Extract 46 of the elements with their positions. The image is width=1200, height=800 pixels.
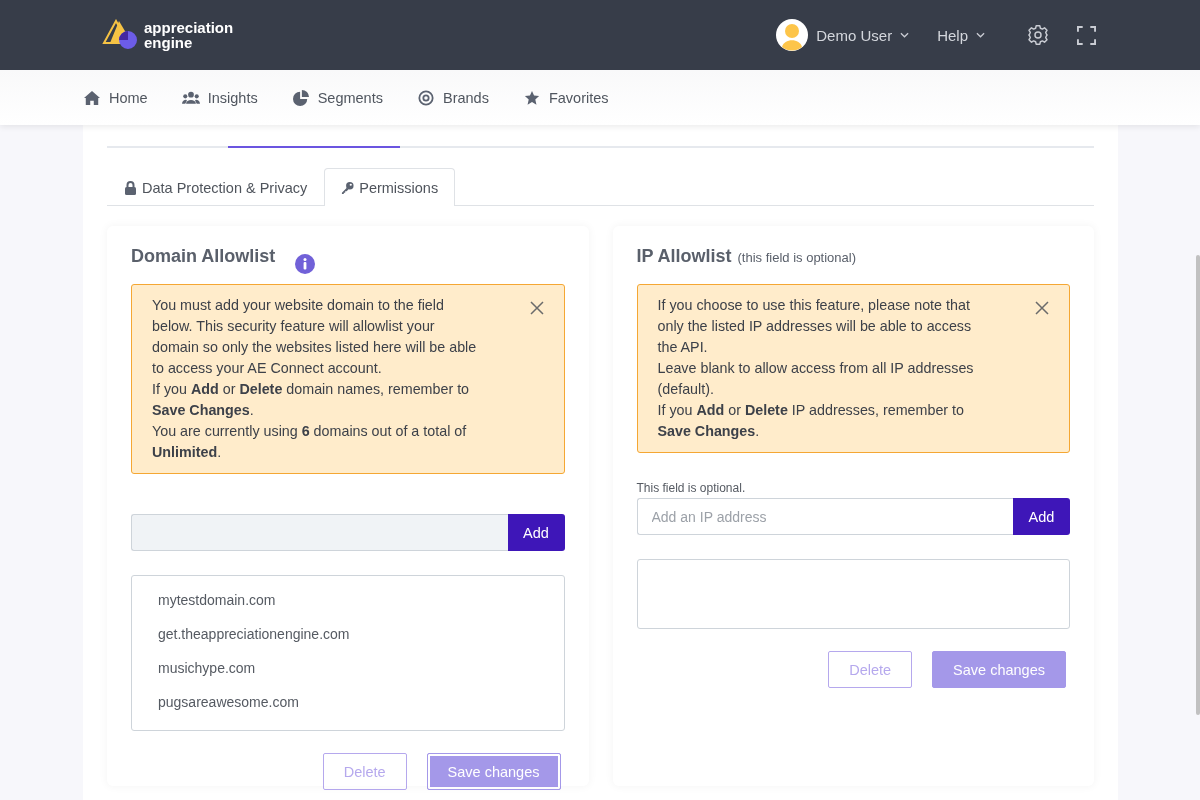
list-item[interactable]: musichype.com xyxy=(132,653,564,687)
target-icon xyxy=(416,89,435,106)
caret-icon xyxy=(900,32,910,38)
nav-link[interactable]: Segments xyxy=(291,89,383,106)
avatar-icon xyxy=(776,19,809,51)
list-item[interactable]: get.theappreciationengine.com xyxy=(132,619,564,653)
optional-note: (this field is optional) xyxy=(737,250,857,265)
close-button[interactable] xyxy=(1035,301,1049,315)
close-button[interactable] xyxy=(529,301,544,315)
list-item[interactable]: pugsareawesome.com xyxy=(132,687,564,721)
close-icon xyxy=(529,301,544,315)
section-title: Domain Allowlist xyxy=(131,246,276,267)
ip-address-field[interactable]: Add an IP address xyxy=(636,498,1013,535)
alert-message: Leave blank to allow access from all IP addresses (default). xyxy=(657,359,975,399)
users-icon xyxy=(181,89,200,106)
alert-message: You must add your website domain to the field below. This security feature will allowlist your domain so only the websites listed here will be able to access your AE Connect account. xyxy=(152,296,478,378)
alert-message: If you Add or Delete IP addresses, remember to Save Changes. xyxy=(657,401,965,441)
fullscreen-button[interactable] xyxy=(1077,25,1096,45)
alert-message: If you choose to use this feature, please note that only the listed IP addresses will be able to access the API. xyxy=(657,296,973,357)
field-label: This field is optional. xyxy=(636,481,747,496)
scrollbar[interactable] xyxy=(1196,255,1200,715)
add-button[interactable]: Add xyxy=(1013,498,1070,535)
settings-button[interactable] xyxy=(1027,24,1049,46)
list-item[interactable]: mytestdomain.com xyxy=(132,585,564,619)
alert-message: You are currently using 6 domains out of a total of Unlimited. xyxy=(152,422,468,462)
nav-link[interactable]: Insights xyxy=(181,89,258,106)
subtab[interactable]: Data Protection & Privacy xyxy=(107,168,325,206)
lock-icon xyxy=(124,180,137,195)
help-menu[interactable]: Help xyxy=(937,26,985,44)
nav-link[interactable]: Home xyxy=(83,89,148,106)
alert-message: If you Add or Delete domain names, remember to Save Changes. xyxy=(152,380,471,420)
caret-icon xyxy=(976,32,985,38)
add-button[interactable]: Add xyxy=(507,514,565,551)
nav-link[interactable]: Favorites xyxy=(522,89,609,106)
section-title: IP Allowlist xyxy=(636,246,732,267)
settings-icon xyxy=(1027,24,1049,46)
subtab[interactable]: Permissions xyxy=(324,168,456,206)
star-icon xyxy=(522,89,541,106)
pie-chart-icon xyxy=(291,89,310,106)
close-icon xyxy=(1035,301,1049,315)
user-menu[interactable]: Demo User xyxy=(776,19,910,51)
key-icon xyxy=(341,180,355,195)
fullscreen-icon xyxy=(1077,25,1096,45)
logo-text: appreciation engine xyxy=(144,20,235,50)
nav-link[interactable]: Brands xyxy=(416,89,489,106)
home-icon xyxy=(83,89,101,106)
